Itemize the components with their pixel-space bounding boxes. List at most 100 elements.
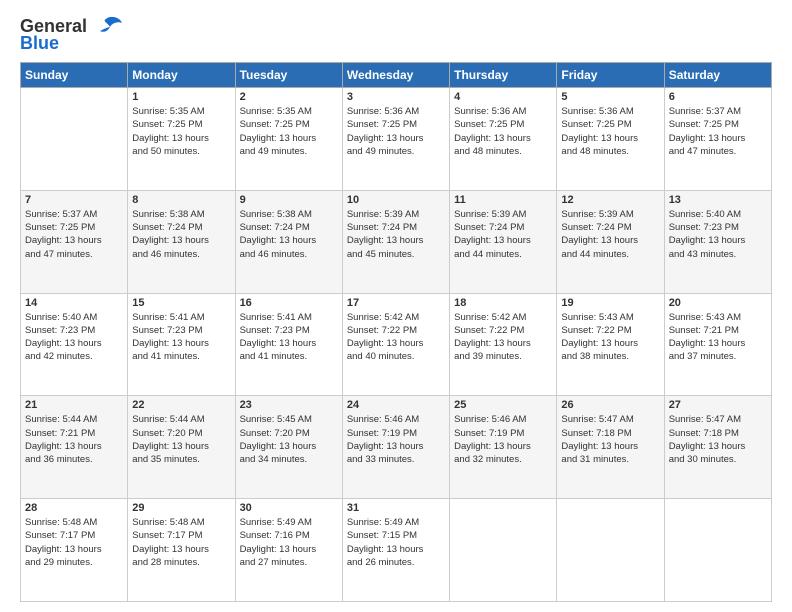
day-info: Sunrise: 5:48 AM Sunset: 7:17 PM Dayligh… — [132, 516, 230, 569]
header: General Blue — [20, 15, 772, 54]
calendar-cell — [450, 499, 557, 602]
calendar-cell: 17 Sunrise: 5:42 AM Sunset: 7:22 PM Dayli… — [342, 293, 449, 396]
day-info: Sunrise: 5:40 AM Sunset: 7:23 PM Dayligh… — [25, 311, 123, 364]
day-info: Sunrise: 5:45 AM Sunset: 7:20 PM Dayligh… — [240, 413, 338, 466]
day-number: 16 — [240, 297, 338, 309]
day-number: 15 — [132, 297, 230, 309]
calendar-cell — [664, 499, 771, 602]
day-info: Sunrise: 5:41 AM Sunset: 7:23 PM Dayligh… — [132, 311, 230, 364]
calendar-cell: 10 Sunrise: 5:39 AM Sunset: 7:24 PM Dayli… — [342, 190, 449, 293]
day-number: 27 — [669, 399, 767, 411]
day-info: Sunrise: 5:41 AM Sunset: 7:23 PM Dayligh… — [240, 311, 338, 364]
day-info: Sunrise: 5:46 AM Sunset: 7:19 PM Dayligh… — [347, 413, 445, 466]
day-info: Sunrise: 5:48 AM Sunset: 7:17 PM Dayligh… — [25, 516, 123, 569]
calendar-cell: 3Sunrise: 5:36 AM Sunset: 7:25 PM Daylig… — [342, 88, 449, 191]
calendar-cell: 21 Sunrise: 5:44 AM Sunset: 7:21 PM Dayli… — [21, 396, 128, 499]
day-info: Sunrise: 5:36 AM Sunset: 7:25 PM Dayligh… — [561, 105, 659, 158]
day-number: 12 — [561, 194, 659, 206]
day-number: 10 — [347, 194, 445, 206]
calendar-cell: 26 Sunrise: 5:47 AM Sunset: 7:18 PM Dayli… — [557, 396, 664, 499]
day-number: 23 — [240, 399, 338, 411]
day-number: 2 — [240, 91, 338, 103]
weekday-header-wednesday: Wednesday — [342, 63, 449, 88]
day-info: Sunrise: 5:38 AM Sunset: 7:24 PM Dayligh… — [132, 208, 230, 261]
day-info: Sunrise: 5:36 AM Sunset: 7:25 PM Dayligh… — [454, 105, 552, 158]
day-number: 30 — [240, 502, 338, 514]
day-number: 24 — [347, 399, 445, 411]
day-number: 13 — [669, 194, 767, 206]
day-number: 29 — [132, 502, 230, 514]
day-info: Sunrise: 5:39 AM Sunset: 7:24 PM Dayligh… — [561, 208, 659, 261]
day-info: Sunrise: 5:39 AM Sunset: 7:24 PM Dayligh… — [454, 208, 552, 261]
day-info: Sunrise: 5:47 AM Sunset: 7:18 PM Dayligh… — [669, 413, 767, 466]
calendar-cell: 2 Sunrise: 5:35 AM Sunset: 7:25 PM Daylig… — [235, 88, 342, 191]
day-info: Sunrise: 5:40 AM Sunset: 7:23 PM Dayligh… — [669, 208, 767, 261]
calendar-cell: 22 Sunrise: 5:44 AM Sunset: 7:20 PM Dayli… — [128, 396, 235, 499]
calendar-cell: 27 Sunrise: 5:47 AM Sunset: 7:18 PM Dayli… — [664, 396, 771, 499]
calendar-cell: 13 Sunrise: 5:40 AM Sunset: 7:23 PM Dayli… — [664, 190, 771, 293]
calendar-cell: 16 Sunrise: 5:41 AM Sunset: 7:23 PM Dayli… — [235, 293, 342, 396]
day-number: 19 — [561, 297, 659, 309]
calendar-week-row: 28 Sunrise: 5:48 AM Sunset: 7:17 PM Dayli… — [21, 499, 772, 602]
calendar-week-row: 14 Sunrise: 5:40 AM Sunset: 7:23 PM Dayli… — [21, 293, 772, 396]
weekday-header-sunday: Sunday — [21, 63, 128, 88]
day-info: Sunrise: 5:49 AM Sunset: 7:16 PM Dayligh… — [240, 516, 338, 569]
day-info: Sunrise: 5:43 AM Sunset: 7:22 PM Dayligh… — [561, 311, 659, 364]
calendar-cell: 23 Sunrise: 5:45 AM Sunset: 7:20 PM Dayli… — [235, 396, 342, 499]
logo-blue-text: Blue — [20, 33, 59, 54]
calendar-cell: 9 Sunrise: 5:38 AM Sunset: 7:24 PM Daylig… — [235, 190, 342, 293]
calendar-cell: 7Sunrise: 5:37 AM Sunset: 7:25 PM Daylig… — [21, 190, 128, 293]
day-number: 1 — [132, 91, 230, 103]
calendar-cell: 20Sunrise: 5:43 AM Sunset: 7:21 PM Dayli… — [664, 293, 771, 396]
day-info: Sunrise: 5:49 AM Sunset: 7:15 PM Dayligh… — [347, 516, 445, 569]
day-info: Sunrise: 5:35 AM Sunset: 7:25 PM Dayligh… — [240, 105, 338, 158]
calendar-cell: 30 Sunrise: 5:49 AM Sunset: 7:16 PM Dayli… — [235, 499, 342, 602]
day-info: Sunrise: 5:43 AM Sunset: 7:21 PM Dayligh… — [669, 311, 767, 364]
day-number: 22 — [132, 399, 230, 411]
weekday-header-thursday: Thursday — [450, 63, 557, 88]
logo-bird-icon — [90, 15, 122, 37]
day-info: Sunrise: 5:42 AM Sunset: 7:22 PM Dayligh… — [347, 311, 445, 364]
day-number: 8 — [132, 194, 230, 206]
calendar-cell — [557, 499, 664, 602]
day-info: Sunrise: 5:44 AM Sunset: 7:20 PM Dayligh… — [132, 413, 230, 466]
day-number: 17 — [347, 297, 445, 309]
calendar-cell: 28 Sunrise: 5:48 AM Sunset: 7:17 PM Dayli… — [21, 499, 128, 602]
calendar-week-row: 21 Sunrise: 5:44 AM Sunset: 7:21 PM Dayli… — [21, 396, 772, 499]
calendar-page: General Blue SundayMondayTuesdayWednesda… — [0, 0, 792, 612]
day-info: Sunrise: 5:47 AM Sunset: 7:18 PM Dayligh… — [561, 413, 659, 466]
day-number: 14 — [25, 297, 123, 309]
day-info: Sunrise: 5:37 AM Sunset: 7:25 PM Dayligh… — [25, 208, 123, 261]
calendar-cell: 4 Sunrise: 5:36 AM Sunset: 7:25 PM Daylig… — [450, 88, 557, 191]
day-number: 9 — [240, 194, 338, 206]
day-number: 3 — [347, 91, 445, 103]
day-number: 31 — [347, 502, 445, 514]
weekday-header-monday: Monday — [128, 63, 235, 88]
day-info: Sunrise: 5:37 AM Sunset: 7:25 PM Dayligh… — [669, 105, 767, 158]
day-info: Sunrise: 5:35 AM Sunset: 7:25 PM Dayligh… — [132, 105, 230, 158]
day-number: 28 — [25, 502, 123, 514]
day-number: 4 — [454, 91, 552, 103]
calendar-cell: 29 Sunrise: 5:48 AM Sunset: 7:17 PM Dayli… — [128, 499, 235, 602]
weekday-header-row: SundayMondayTuesdayWednesdayThursdayFrid… — [21, 63, 772, 88]
day-number: 18 — [454, 297, 552, 309]
calendar-week-row: 7Sunrise: 5:37 AM Sunset: 7:25 PM Daylig… — [21, 190, 772, 293]
day-info: Sunrise: 5:44 AM Sunset: 7:21 PM Dayligh… — [25, 413, 123, 466]
calendar-cell: 31 Sunrise: 5:49 AM Sunset: 7:15 PM Dayli… — [342, 499, 449, 602]
day-info: Sunrise: 5:38 AM Sunset: 7:24 PM Dayligh… — [240, 208, 338, 261]
calendar-cell: 12 Sunrise: 5:39 AM Sunset: 7:24 PM Dayli… — [557, 190, 664, 293]
day-info: Sunrise: 5:39 AM Sunset: 7:24 PM Dayligh… — [347, 208, 445, 261]
day-number: 26 — [561, 399, 659, 411]
calendar-table: SundayMondayTuesdayWednesdayThursdayFrid… — [20, 62, 772, 602]
weekday-header-saturday: Saturday — [664, 63, 771, 88]
calendar-week-row: 1 Sunrise: 5:35 AM Sunset: 7:25 PM Daylig… — [21, 88, 772, 191]
calendar-cell: 19 Sunrise: 5:43 AM Sunset: 7:22 PM Dayli… — [557, 293, 664, 396]
calendar-cell: 6Sunrise: 5:37 AM Sunset: 7:25 PM Daylig… — [664, 88, 771, 191]
calendar-cell: 15 Sunrise: 5:41 AM Sunset: 7:23 PM Dayli… — [128, 293, 235, 396]
day-number: 21 — [25, 399, 123, 411]
calendar-cell: 11Sunrise: 5:39 AM Sunset: 7:24 PM Dayli… — [450, 190, 557, 293]
logo: General Blue — [20, 15, 122, 54]
calendar-cell: 5Sunrise: 5:36 AM Sunset: 7:25 PM Daylig… — [557, 88, 664, 191]
calendar-cell — [21, 88, 128, 191]
day-number: 25 — [454, 399, 552, 411]
